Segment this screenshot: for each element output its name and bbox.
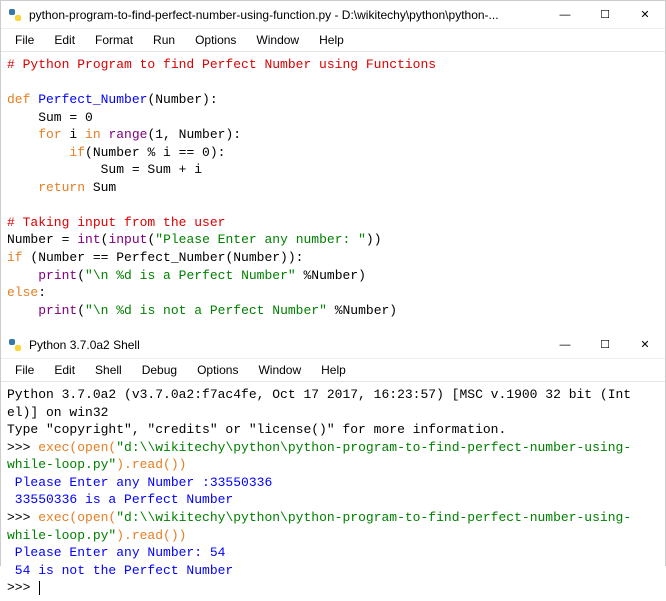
menu-debug[interactable]: Debug: [132, 361, 187, 379]
code-comment: # Taking input from the user: [7, 215, 225, 230]
builtin-range: range: [101, 127, 148, 142]
code-text: (: [77, 268, 85, 283]
code-text: :: [38, 285, 46, 300]
builtin-print: print: [38, 303, 77, 318]
menu-file[interactable]: File: [5, 31, 44, 49]
menu-window[interactable]: Window: [248, 361, 311, 379]
menu-format[interactable]: Format: [85, 31, 143, 49]
code-text: [7, 268, 38, 283]
shell-title: Python 3.7.0a2 Shell: [29, 338, 545, 352]
shell-exec: ).read()): [116, 457, 186, 472]
code-text: Sum: [85, 180, 116, 195]
minimize-button[interactable]: —: [545, 1, 585, 29]
menu-options[interactable]: Options: [187, 361, 248, 379]
str-literal: "\n %d is a Perfect Number": [85, 268, 296, 283]
menu-shell[interactable]: Shell: [85, 361, 132, 379]
code-text: (1, Number):: [147, 127, 241, 142]
code-text: Number =: [7, 232, 77, 247]
kw-in: in: [85, 127, 101, 142]
code-text: [7, 180, 38, 195]
shell-exec: exec(open(: [38, 440, 116, 455]
shell-menubar: File Edit Shell Debug Options Window Hel…: [1, 359, 665, 382]
shell-path: while-loop.py": [7, 528, 116, 543]
python-shell-icon: [7, 337, 23, 353]
shell-prompt: >>>: [7, 440, 38, 455]
builtin-input: input: [108, 232, 147, 247]
code-text: [7, 127, 38, 142]
shell-output-line: Please Enter any Number: 54: [7, 545, 225, 560]
shell-prompt: >>>: [7, 580, 38, 595]
editor-titlebar: python-program-to-find-perfect-number-us…: [1, 1, 665, 29]
shell-prompt: >>>: [7, 510, 38, 525]
shell-banner: el)] on win32: [7, 405, 108, 420]
code-text: Sum = Sum + i: [7, 162, 202, 177]
shell-window: Python 3.7.0a2 Shell — ☐ ✕ File Edit She…: [1, 331, 665, 601]
code-comment: # Python Program to find Perfect Number …: [7, 57, 436, 72]
menu-window[interactable]: Window: [246, 31, 309, 49]
shell-exec: ).read()): [116, 528, 186, 543]
menu-edit[interactable]: Edit: [44, 361, 85, 379]
kw-for: for: [38, 127, 61, 142]
close-button[interactable]: ✕: [625, 1, 665, 29]
menu-run[interactable]: Run: [143, 31, 185, 49]
kw-if: if: [7, 250, 23, 265]
kw-def: def: [7, 92, 30, 107]
menu-file[interactable]: File: [5, 361, 44, 379]
code-text: (Number % i == 0):: [85, 145, 225, 160]
code-text: (Number == Perfect_Number(Number)):: [23, 250, 304, 265]
code-text: i: [62, 127, 85, 142]
shell-output-line: 54 is not the Perfect Number: [7, 563, 233, 578]
editor-menubar: File Edit Format Run Options Window Help: [1, 29, 665, 52]
text-caret: [39, 581, 40, 595]
editor-code[interactable]: # Python Program to find Perfect Number …: [1, 52, 665, 323]
maximize-button[interactable]: ☐: [585, 331, 625, 359]
python-file-icon: [7, 7, 23, 23]
shell-path: "d:\\wikitechy\python\python-program-to-…: [116, 440, 631, 455]
kw-if: if: [69, 145, 85, 160]
code-text: (: [77, 303, 85, 318]
code-text: [7, 303, 38, 318]
code-text: 0: [77, 110, 93, 125]
code-text: Sum: [7, 110, 69, 125]
shell-exec: exec(open(: [38, 510, 116, 525]
func-name: Perfect_Number: [30, 92, 147, 107]
shell-output-line: 33550336 is a Perfect Number: [7, 492, 233, 507]
shell-output[interactable]: Python 3.7.0a2 (v3.7.0a2:f7ac4fe, Oct 17…: [1, 382, 665, 601]
editor-window: python-program-to-find-perfect-number-us…: [1, 1, 665, 323]
builtin-int: int: [77, 232, 100, 247]
shell-output-line: Please Enter any Number :33550336: [7, 475, 272, 490]
str-literal: "Please Enter any number: ": [155, 232, 366, 247]
shell-banner: Type "copyright", "credits" or "license(…: [7, 422, 506, 437]
shell-path: "d:\\wikitechy\python\python-program-to-…: [116, 510, 631, 525]
close-button[interactable]: ✕: [625, 331, 665, 359]
shell-banner: Python 3.7.0a2 (v3.7.0a2:f7ac4fe, Oct 17…: [7, 387, 631, 402]
minimize-button[interactable]: —: [545, 331, 585, 359]
code-text: (Number):: [147, 92, 217, 107]
shell-path: while-loop.py": [7, 457, 116, 472]
code-text: %Number): [296, 268, 366, 283]
editor-title: python-program-to-find-perfect-number-us…: [29, 8, 545, 22]
window-controls: — ☐ ✕: [545, 1, 665, 29]
menu-edit[interactable]: Edit: [44, 31, 85, 49]
code-text: )): [366, 232, 382, 247]
maximize-button[interactable]: ☐: [585, 1, 625, 29]
code-text: %Number): [327, 303, 397, 318]
code-text: [7, 145, 69, 160]
menu-help[interactable]: Help: [311, 361, 356, 379]
window-controls: — ☐ ✕: [545, 331, 665, 359]
builtin-print: print: [38, 268, 77, 283]
str-literal: "\n %d is not a Perfect Number": [85, 303, 327, 318]
kw-return: return: [38, 180, 85, 195]
shell-titlebar: Python 3.7.0a2 Shell — ☐ ✕: [1, 331, 665, 359]
menu-options[interactable]: Options: [185, 31, 246, 49]
kw-else: else: [7, 285, 38, 300]
menu-help[interactable]: Help: [309, 31, 354, 49]
